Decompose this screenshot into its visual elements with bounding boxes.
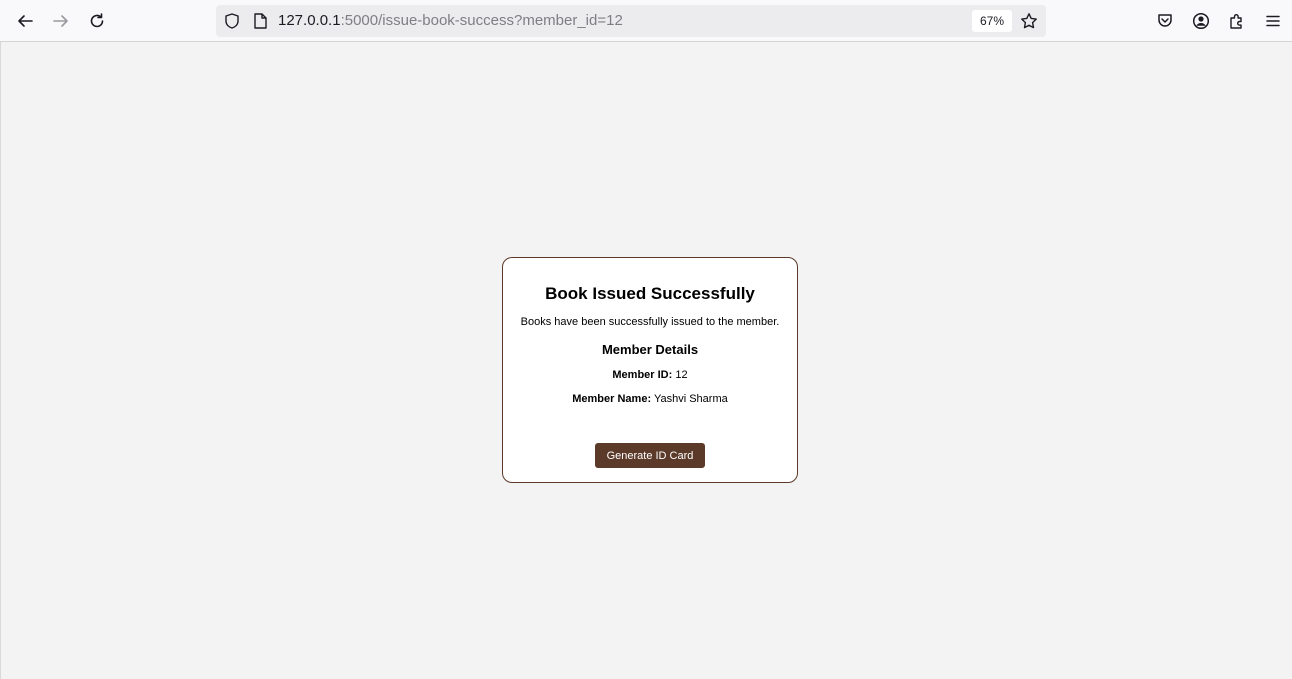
account-button[interactable] xyxy=(1186,6,1216,36)
menu-button[interactable] xyxy=(1258,6,1288,36)
member-name-value: Yashvi Sharma xyxy=(653,393,728,405)
member-id-label: Member ID: xyxy=(612,369,673,381)
account-icon xyxy=(1192,12,1210,30)
zoom-level[interactable]: 67% xyxy=(972,10,1012,32)
back-button[interactable] xyxy=(10,6,40,36)
menu-icon xyxy=(1266,15,1280,27)
url-path: :5000/issue-book-success?member_id=12 xyxy=(340,12,623,29)
member-details-heading: Member Details xyxy=(601,342,699,357)
page-viewport: Book Issued Successfully Books have been… xyxy=(0,42,1292,679)
forward-button[interactable] xyxy=(46,6,76,36)
success-message: Books have been successfully issued to t… xyxy=(520,316,780,328)
address-bar[interactable]: 127.0.0.1:5000/issue-book-success?member… xyxy=(216,5,1046,37)
extensions-icon xyxy=(1230,14,1242,29)
member-id-value: 12 xyxy=(675,369,688,381)
member-id-row: Member ID: 12 xyxy=(503,369,797,381)
success-card: Book Issued Successfully Books have been… xyxy=(502,257,798,483)
forward-icon xyxy=(53,15,68,27)
page-title: Book Issued Successfully xyxy=(545,284,755,303)
member-name-label: Member Name: xyxy=(572,393,652,405)
pocket-button[interactable] xyxy=(1150,6,1180,36)
generate-id-card-button[interactable]: Generate ID Card xyxy=(595,443,705,468)
reload-icon xyxy=(90,13,104,28)
browser-toolbar: 127.0.0.1:5000/issue-book-success?member… xyxy=(0,0,1292,42)
back-icon xyxy=(18,15,33,27)
member-name-row: Member Name: Yashvi Sharma xyxy=(503,393,797,405)
page-icon[interactable] xyxy=(251,12,269,30)
url-host: 127.0.0.1 xyxy=(278,12,341,29)
pocket-icon xyxy=(1158,14,1172,27)
url-text[interactable]: 127.0.0.1:5000/issue-book-success?member… xyxy=(278,12,623,29)
extensions-button[interactable] xyxy=(1222,6,1252,36)
star-icon[interactable] xyxy=(1020,12,1038,30)
shield-icon[interactable] xyxy=(223,12,241,30)
reload-button[interactable] xyxy=(82,6,112,36)
